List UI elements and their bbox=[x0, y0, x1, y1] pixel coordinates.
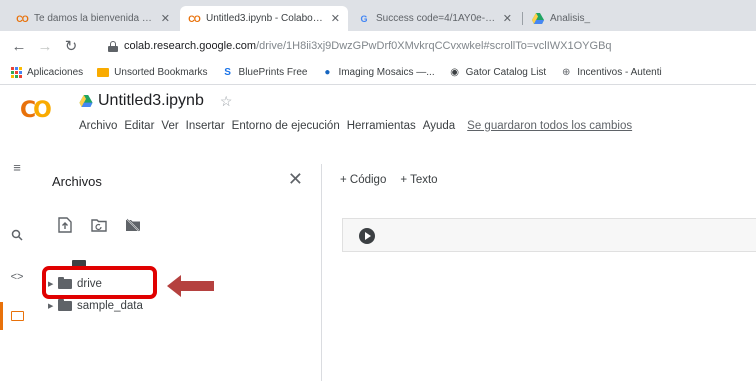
notebook-toolbar: + Código + Texto bbox=[340, 174, 452, 186]
colab-icon: CO bbox=[188, 13, 201, 24]
url-host: colab.research.google.com bbox=[124, 40, 257, 52]
forward-arrow-icon[interactable]: → bbox=[32, 33, 58, 59]
tree-item-label: sample_data bbox=[77, 300, 143, 312]
bookmark-blueprints[interactable]: S BluePrints Free bbox=[222, 67, 308, 79]
menu-insertar[interactable]: Insertar bbox=[186, 120, 225, 132]
address-bar[interactable]: colab.research.google.com/drive/1H8ii3xj… bbox=[108, 35, 756, 57]
bookmark-label: Aplicaciones bbox=[27, 67, 84, 78]
google-icon: G bbox=[360, 13, 368, 24]
notebook-title[interactable]: Untitled3.ipynb bbox=[98, 92, 204, 110]
menu-bar: Archivo Editar Ver Insertar Entorno de e… bbox=[79, 120, 632, 132]
bookmark-imaging-mosaics[interactable]: ● Imaging Mosaics —... bbox=[321, 67, 434, 79]
add-code-button[interactable]: + Código bbox=[340, 174, 386, 186]
blueprints-s-icon: S bbox=[224, 67, 231, 78]
drive-icon bbox=[532, 13, 544, 25]
menu-herramientas[interactable]: Herramientas bbox=[347, 120, 416, 132]
tab-title: Analisis_ bbox=[550, 13, 591, 24]
menu-archivo[interactable]: Archivo bbox=[79, 120, 117, 132]
mount-drive-icon[interactable] bbox=[122, 214, 144, 236]
menu-editar[interactable]: Editar bbox=[124, 120, 154, 132]
folder-icon bbox=[58, 299, 72, 311]
colab-icon: CO bbox=[16, 13, 29, 24]
drive-icon bbox=[79, 95, 93, 107]
bookmark-incentivos[interactable]: ⊕ Incentivos - Autenti bbox=[560, 67, 662, 79]
close-icon[interactable]: ✕ bbox=[288, 169, 303, 190]
close-icon[interactable]: ✕ bbox=[503, 12, 512, 25]
notebook-area: + Código + Texto bbox=[322, 164, 756, 381]
upload-file-icon[interactable] bbox=[54, 214, 76, 236]
code-cell[interactable] bbox=[342, 218, 756, 252]
menu-ayuda[interactable]: Ayuda bbox=[423, 120, 455, 132]
apps-grid-icon bbox=[10, 67, 22, 79]
bookmark-label: Gator Catalog List bbox=[465, 67, 547, 78]
search-icon[interactable] bbox=[6, 224, 28, 246]
browser-toolbar: ← → ↻ colab.research.google.com/drive/1H… bbox=[0, 31, 756, 61]
close-icon[interactable]: ✕ bbox=[161, 12, 170, 25]
tree-item-sample-data[interactable]: ▶ sample_data bbox=[48, 299, 143, 312]
gator-icon: ◉ bbox=[450, 67, 459, 78]
save-status-link[interactable]: Se guardaron todos los cambios bbox=[467, 120, 632, 132]
menu-entorno-de-ejecucion[interactable]: Entorno de ejecución bbox=[232, 120, 340, 132]
globe-icon: ⊕ bbox=[562, 67, 571, 78]
notebook-title-row: Untitled3.ipynb ☆ bbox=[79, 92, 232, 110]
caret-right-icon[interactable]: ▶ bbox=[48, 302, 58, 310]
bookmark-unsorted[interactable]: Unsorted Bookmarks bbox=[97, 67, 208, 79]
star-icon[interactable]: ☆ bbox=[220, 93, 233, 110]
imaging-mosaics-icon: ● bbox=[324, 67, 331, 78]
lock-icon bbox=[108, 40, 118, 52]
panel-toolbar bbox=[54, 214, 156, 236]
tab-success-code[interactable]: G Success code=4/1AY0e-g5SzHN ✕ bbox=[350, 6, 520, 31]
annotation-arrow-icon bbox=[167, 275, 214, 297]
tab-title: Untitled3.ipynb - Colaboratory bbox=[206, 13, 325, 24]
refresh-folder-icon[interactable] bbox=[88, 214, 110, 236]
tab-untitled3[interactable]: CO Untitled3.ipynb - Colaboratory ✕ bbox=[180, 6, 348, 31]
run-cell-icon[interactable] bbox=[359, 228, 375, 244]
tab-welcome-colab[interactable]: CO Te damos la bienvenida a Colab ✕ bbox=[8, 6, 178, 31]
folder-icon bbox=[97, 67, 110, 79]
bookmark-apps[interactable]: Aplicaciones bbox=[10, 67, 83, 79]
table-of-contents-icon[interactable]: ≡ bbox=[6, 156, 28, 178]
url-path: /drive/1H8ii3xj9DwzGPwDrf0XMvkrqCCvxwkel… bbox=[256, 40, 612, 52]
tab-title: Success code=4/1AY0e-g5SzHN bbox=[376, 13, 497, 24]
code-snippets-icon[interactable]: <> bbox=[6, 266, 28, 288]
colab-header: CO Untitled3.ipynb ☆ Archivo Editar Ver … bbox=[0, 86, 756, 164]
panel-title: Archivos bbox=[52, 174, 102, 189]
tab-title: Te damos la bienvenida a Colab bbox=[34, 13, 155, 24]
close-icon[interactable]: ✕ bbox=[331, 12, 340, 25]
left-rail: ≡ <> bbox=[0, 160, 34, 381]
bookmarks-bar: Aplicaciones Unsorted Bookmarks S BluePr… bbox=[0, 61, 756, 85]
screen: CO Te damos la bienvenida a Colab ✕ CO U… bbox=[0, 0, 756, 381]
tab-separator bbox=[522, 12, 523, 25]
back-arrow-icon[interactable]: ← bbox=[6, 33, 32, 59]
add-text-button[interactable]: + Texto bbox=[400, 174, 437, 186]
menu-ver[interactable]: Ver bbox=[161, 120, 178, 132]
bookmark-label: Imaging Mosaics —... bbox=[338, 67, 435, 78]
colab-logo[interactable]: CO bbox=[20, 98, 52, 123]
bookmark-label: Incentivos - Autenti bbox=[577, 67, 662, 78]
browser-tab-strip: CO Te damos la bienvenida a Colab ✕ CO U… bbox=[0, 0, 756, 31]
bookmark-label: Unsorted Bookmarks bbox=[114, 67, 208, 78]
bookmark-gator-catalog[interactable]: ◉ Gator Catalog List bbox=[449, 67, 547, 79]
files-folder-icon[interactable] bbox=[6, 305, 28, 327]
tab-analisis[interactable]: Analisis_ bbox=[524, 6, 756, 31]
bookmark-label: BluePrints Free bbox=[238, 67, 308, 78]
highlight-box bbox=[42, 266, 157, 299]
reload-icon[interactable]: ↻ bbox=[58, 33, 84, 59]
active-indicator bbox=[0, 302, 3, 330]
